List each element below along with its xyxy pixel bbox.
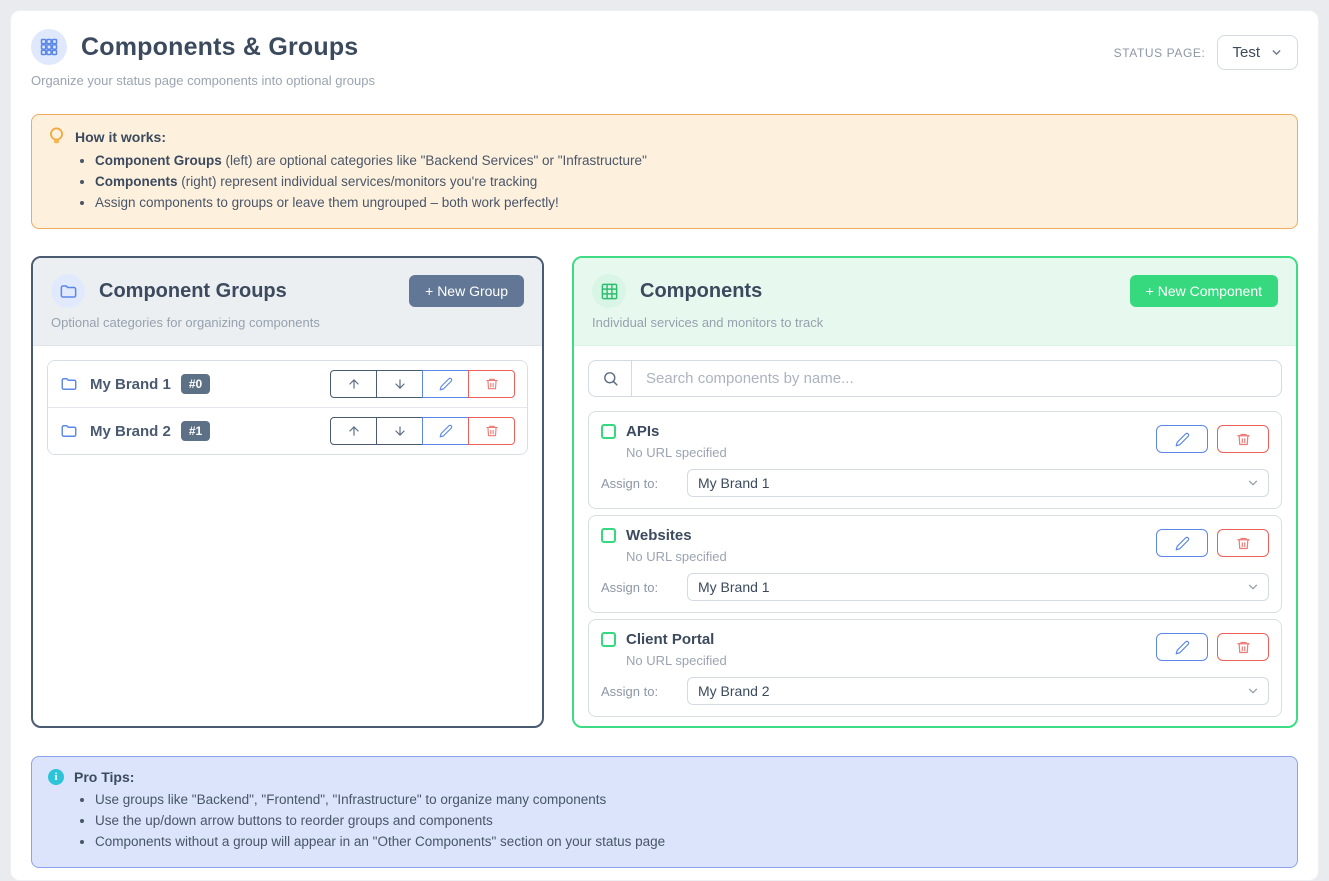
move-down-button[interactable] xyxy=(376,417,423,445)
group-order-badge: #0 xyxy=(181,374,210,394)
components-grid-icon xyxy=(31,29,67,65)
info-icon: i xyxy=(48,769,64,785)
edit-component-button[interactable] xyxy=(1156,633,1208,661)
page-title: Components & Groups xyxy=(81,33,358,62)
arrow-down-icon xyxy=(393,377,407,391)
trash-icon xyxy=(1236,432,1251,447)
component-groups-panel: Component Groups + New Group Optional ca… xyxy=(31,256,544,728)
folder-icon xyxy=(60,422,78,440)
component-checkbox[interactable] xyxy=(601,424,616,439)
group-order-badge: #1 xyxy=(181,421,210,441)
components-panel-subtitle: Individual services and monitors to trac… xyxy=(592,315,1278,330)
search-input[interactable] xyxy=(632,361,1281,396)
how-it-works-box: How it works: Component Groups (left) ar… xyxy=(31,114,1298,229)
assign-to-label: Assign to: xyxy=(601,684,687,699)
move-up-button[interactable] xyxy=(330,370,377,398)
pencil-icon xyxy=(1175,536,1190,551)
group-name: My Brand 2 xyxy=(90,423,171,440)
components-panel-header: Components + New Component Individual se… xyxy=(574,258,1296,346)
pro-tips-item: Use the up/down arrow buttons to reorder… xyxy=(95,813,1281,828)
assign-to-label: Assign to: xyxy=(601,476,687,491)
component-checkbox[interactable] xyxy=(601,528,616,543)
pro-tips-title: Pro Tips: xyxy=(74,769,134,785)
trash-icon xyxy=(1236,640,1251,655)
pencil-icon xyxy=(1175,432,1190,447)
move-up-button[interactable] xyxy=(330,417,377,445)
arrow-down-icon xyxy=(393,424,407,438)
groups-panel-header: Component Groups + New Group Optional ca… xyxy=(33,258,542,346)
folder-icon xyxy=(60,375,78,393)
delete-component-button[interactable] xyxy=(1217,633,1269,661)
groups-panel-title: Component Groups xyxy=(99,280,409,303)
folder-icon xyxy=(51,274,85,308)
how-it-works-item: Assign components to groups or leave the… xyxy=(95,195,1281,210)
groups-panel-subtitle: Optional categories for organizing compo… xyxy=(51,315,524,330)
trash-icon xyxy=(485,377,499,391)
trash-icon xyxy=(485,424,499,438)
pro-tips-box: i Pro Tips: Use groups like "Backend", "… xyxy=(31,756,1298,868)
edit-component-button[interactable] xyxy=(1156,425,1208,453)
delete-group-button[interactable] xyxy=(468,417,515,445)
component-card: APIs No URL specified xyxy=(588,411,1282,509)
component-list: APIs No URL specified xyxy=(588,411,1282,717)
pro-tips-item: Use groups like "Backend", "Frontend", "… xyxy=(95,792,1281,807)
status-page-value: Test xyxy=(1232,44,1260,61)
group-list: My Brand 1 #0 xyxy=(47,360,528,455)
pro-tips-list: Use groups like "Backend", "Frontend", "… xyxy=(95,792,1281,849)
component-checkbox[interactable] xyxy=(601,632,616,647)
component-name: Client Portal xyxy=(626,631,714,648)
page-card: Components & Groups Organize your status… xyxy=(10,10,1319,881)
new-group-button[interactable]: + New Group xyxy=(409,275,524,307)
how-it-works-title: How it works: xyxy=(75,129,166,145)
group-row: My Brand 1 #0 xyxy=(48,361,527,407)
trash-icon xyxy=(1236,536,1251,551)
edit-component-button[interactable] xyxy=(1156,529,1208,557)
pencil-icon xyxy=(439,424,453,438)
assign-group-select[interactable]: My Brand 1 xyxy=(687,469,1269,497)
assign-group-select[interactable]: My Brand 2 xyxy=(687,677,1269,705)
edit-group-button[interactable] xyxy=(422,417,469,445)
group-row: My Brand 2 #1 xyxy=(48,407,527,454)
component-search xyxy=(588,360,1282,397)
lightbulb-icon xyxy=(48,127,65,146)
delete-group-button[interactable] xyxy=(468,370,515,398)
group-name: My Brand 1 xyxy=(90,376,171,393)
component-card: Websites No URL specified xyxy=(588,515,1282,613)
component-url-note: No URL specified xyxy=(626,653,1156,668)
search-icon xyxy=(589,361,632,396)
page-header: Components & Groups Organize your status… xyxy=(31,29,1298,88)
assign-group-select[interactable]: My Brand 1 xyxy=(687,573,1269,601)
page-subtitle: Organize your status page components int… xyxy=(31,73,375,88)
how-it-works-item: Component Groups (left) are optional cat… xyxy=(95,153,1281,168)
pencil-icon xyxy=(1175,640,1190,655)
new-component-button[interactable]: + New Component xyxy=(1130,275,1278,307)
status-page-select[interactable]: Test xyxy=(1217,35,1298,70)
status-page-label: STATUS PAGE: xyxy=(1114,46,1206,60)
component-card: Client Portal No URL specified xyxy=(588,619,1282,717)
how-it-works-item: Components (right) represent individual … xyxy=(95,174,1281,189)
arrow-up-icon xyxy=(347,424,361,438)
pro-tips-item: Components without a group will appear i… xyxy=(95,834,1281,849)
assign-to-label: Assign to: xyxy=(601,580,687,595)
how-it-works-list: Component Groups (left) are optional cat… xyxy=(95,153,1281,210)
delete-component-button[interactable] xyxy=(1217,425,1269,453)
components-panel-title: Components xyxy=(640,280,1130,303)
table-grid-icon xyxy=(592,274,626,308)
pencil-icon xyxy=(439,377,453,391)
component-url-note: No URL specified xyxy=(626,549,1156,564)
component-name: Websites xyxy=(626,527,692,544)
delete-component-button[interactable] xyxy=(1217,529,1269,557)
move-down-button[interactable] xyxy=(376,370,423,398)
component-url-note: No URL specified xyxy=(626,445,1156,460)
chevron-down-icon xyxy=(1270,46,1283,59)
components-panel: Components + New Component Individual se… xyxy=(572,256,1298,728)
edit-group-button[interactable] xyxy=(422,370,469,398)
component-name: APIs xyxy=(626,423,659,440)
arrow-up-icon xyxy=(347,377,361,391)
